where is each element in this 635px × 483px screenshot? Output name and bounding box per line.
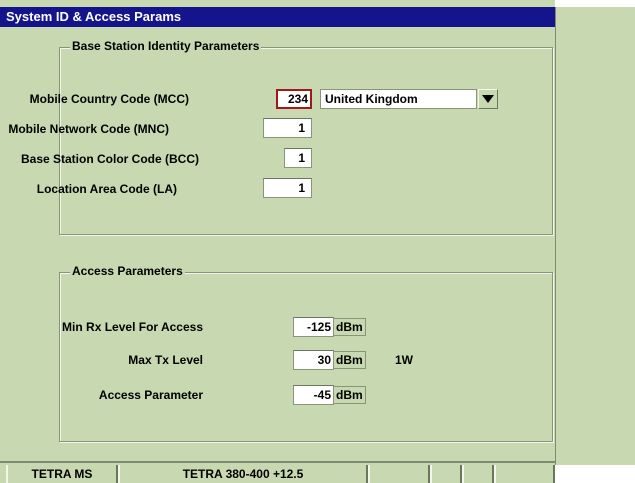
status-bar: TETRA MS TETRA 380-400 +12.5 <box>0 461 555 483</box>
la-field[interactable]: 1 <box>263 178 312 198</box>
bcc-label: Base Station Color Code (BCC) <box>20 152 199 166</box>
status-cell-3 <box>368 465 430 483</box>
max-tx-label: Max Tx Level <box>128 353 203 367</box>
max-tx-field[interactable]: 30 <box>293 350 334 370</box>
la-label: Location Area Code (LA) <box>36 182 177 196</box>
window-title: System ID & Access Params <box>0 7 555 27</box>
country-select-value: United Kingdom <box>325 92 418 106</box>
status-cell-6 <box>494 465 555 483</box>
identity-group: Base Station Identity Parameters <box>59 39 553 235</box>
status-cell-4 <box>430 465 462 483</box>
country-dropdown-button[interactable] <box>478 89 498 109</box>
country-select[interactable]: United Kingdom <box>320 89 477 109</box>
mcc-label: Mobile Country Code (MCC) <box>29 92 189 106</box>
status-cell-5 <box>462 465 494 483</box>
mnc-label: Mobile Network Code (MNC) <box>8 122 169 136</box>
max-tx-note: 1W <box>395 353 413 367</box>
triangle-down-icon <box>482 95 494 103</box>
mnc-field[interactable]: 1 <box>263 118 312 138</box>
max-tx-unit: dBm <box>333 351 366 369</box>
access-param-unit: dBm <box>333 386 366 404</box>
access-param-field[interactable]: -45 <box>293 385 334 405</box>
min-rx-field[interactable]: -125 <box>293 317 334 337</box>
min-rx-unit: dBm <box>333 318 366 336</box>
bcc-field[interactable]: 1 <box>284 148 312 168</box>
softkey-panel <box>555 7 635 465</box>
mcc-field[interactable]: 234 <box>276 89 312 109</box>
status-mode: TETRA MS <box>6 465 118 483</box>
min-rx-label: Min Rx Level For Access <box>62 320 203 334</box>
system-id-window: System ID & Access Params Base Station I… <box>0 0 555 465</box>
access-param-label: Access Parameter <box>98 388 203 402</box>
access-group-title: Access Parameters <box>70 264 185 278</box>
status-band: TETRA 380-400 +12.5 <box>118 465 368 483</box>
identity-group-title: Base Station Identity Parameters <box>70 39 262 53</box>
